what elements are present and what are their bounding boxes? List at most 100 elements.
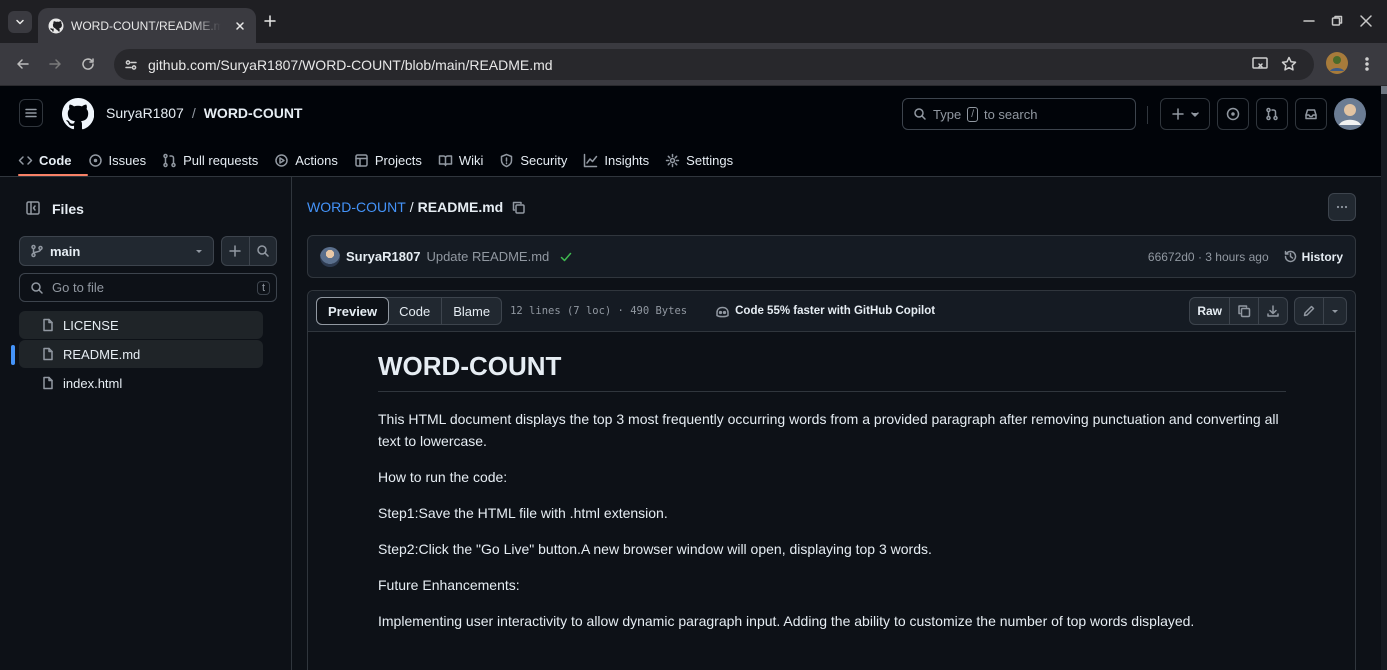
minimize-icon[interactable]: [1302, 14, 1316, 28]
commit-meta[interactable]: 66672d0 · 3 hours ago: [1148, 250, 1269, 264]
cast-icon[interactable]: [1251, 55, 1269, 73]
selected-file-marker: [11, 345, 15, 365]
tree-item-label: index.html: [63, 375, 123, 391]
browser-tab-active[interactable]: WORD-COUNT/README.md at main: [38, 8, 256, 43]
pencil-icon: [1302, 304, 1316, 318]
raw-button[interactable]: Raw: [1190, 298, 1230, 324]
caret-down-icon: [195, 247, 203, 255]
tab-actions[interactable]: Actions: [274, 153, 338, 168]
create-new-button[interactable]: [1160, 98, 1210, 130]
github-header: SuryaR1807 / WORD-COUNT Type / to search…: [0, 86, 1381, 177]
copy-raw-button[interactable]: [1230, 298, 1259, 324]
search-input[interactable]: Type / to search: [902, 98, 1136, 130]
file-view: WORD-COUNT / README.md SuryaR1807 Update…: [292, 177, 1381, 670]
close-window-icon[interactable]: [1359, 14, 1373, 28]
commit-author-avatar[interactable]: [320, 246, 340, 267]
pull-request-icon: [1265, 107, 1279, 121]
scrollbar-thumb[interactable]: [1381, 86, 1387, 94]
pull-requests-button[interactable]: [1256, 98, 1288, 130]
tab-code[interactable]: Code: [18, 153, 72, 168]
tab-wiki[interactable]: Wiki: [438, 153, 483, 168]
repo-owner-link[interactable]: SuryaR1807: [106, 105, 184, 121]
active-tab-underline: [18, 174, 88, 176]
history-label: History: [1301, 249, 1343, 264]
copilot-promo-text: Code 55% faster with GitHub Copilot: [735, 305, 936, 317]
tab-preview[interactable]: Preview: [316, 297, 390, 325]
address-bar[interactable]: github.com/SuryaR1807/WORD-COUNT/blob/ma…: [114, 49, 1314, 80]
breadcrumb-separator: /: [409, 199, 414, 215]
readme-paragraph: This HTML document displays the top 3 mo…: [378, 411, 1279, 449]
breadcrumb-file: README.md: [417, 199, 504, 215]
issue-icon: [88, 153, 103, 168]
forward-arrow-icon[interactable]: [47, 56, 63, 72]
add-file-button[interactable]: [222, 237, 250, 265]
copy-icon: [1237, 304, 1251, 318]
caret-down-icon: [1191, 110, 1199, 118]
history-button[interactable]: History: [1283, 249, 1343, 264]
commit-message[interactable]: Update README.md: [426, 249, 549, 264]
plus-icon[interactable]: [262, 13, 278, 29]
file-actions-group: [221, 236, 277, 266]
back-arrow-icon[interactable]: [15, 56, 31, 72]
commit-author[interactable]: SuryaR1807: [346, 249, 420, 264]
go-to-file-input[interactable]: Go to file t: [19, 273, 277, 302]
caret-down-icon: [1331, 307, 1339, 315]
branch-selector[interactable]: main: [19, 236, 214, 266]
tab-blame[interactable]: Blame: [442, 298, 501, 324]
page-scrollbar[interactable]: [1381, 86, 1387, 670]
tab-pull-requests[interactable]: Pull requests: [162, 153, 258, 168]
tree-item-readme[interactable]: README.md: [19, 340, 263, 368]
bookmark-star-icon[interactable]: [1280, 55, 1298, 73]
issues-button[interactable]: [1217, 98, 1249, 130]
breadcrumb-repo-link[interactable]: WORD-COUNT: [307, 199, 406, 215]
check-icon: [559, 250, 573, 264]
tree-item-index[interactable]: index.html: [19, 369, 263, 397]
tab-issues[interactable]: Issues: [88, 153, 146, 168]
copilot-promo-link[interactable]: Code 55% faster with GitHub Copilot: [715, 304, 935, 319]
files-title: Files: [52, 201, 84, 217]
file-tree-sidebar: Files main Go to file t LICENSE README.m…: [0, 177, 292, 670]
user-avatar[interactable]: [1334, 98, 1366, 130]
download-button[interactable]: [1259, 298, 1287, 324]
github-logo-icon[interactable]: [62, 98, 94, 130]
tab-search-button[interactable]: [8, 11, 32, 33]
tree-item-label: LICENSE: [63, 317, 119, 333]
pull-request-icon: [162, 153, 177, 168]
search-files-button[interactable]: [250, 237, 277, 265]
edit-file-button[interactable]: [1295, 298, 1324, 324]
repo-name-link[interactable]: WORD-COUNT: [204, 105, 303, 121]
more-options-button[interactable]: [1328, 193, 1356, 221]
tab-projects[interactable]: Projects: [354, 153, 422, 168]
collapse-sidebar-button[interactable]: [19, 194, 47, 222]
search-icon: [913, 107, 927, 121]
kebab-horizontal-icon: [1335, 200, 1349, 214]
readme-paragraph: Step2:Click the "Go Live" button.A new b…: [378, 541, 932, 557]
download-icon: [1266, 304, 1280, 318]
site-settings-icon[interactable]: [124, 58, 138, 72]
browser-toolbar: github.com/SuryaR1807/WORD-COUNT/blob/ma…: [0, 43, 1387, 86]
tab-settings[interactable]: Settings: [665, 153, 733, 168]
code-icon: [18, 153, 33, 168]
profile-avatar-icon[interactable]: [1326, 52, 1348, 74]
file-icon: [41, 318, 55, 332]
tab-code[interactable]: Code: [388, 298, 443, 324]
close-icon[interactable]: [234, 20, 246, 32]
branch-name: main: [50, 243, 81, 259]
chevron-down-icon: [14, 16, 26, 28]
kebab-menu-icon[interactable]: [1360, 55, 1374, 73]
search-prefix: Type: [933, 106, 962, 122]
edit-options-button[interactable]: [1324, 298, 1346, 324]
github-favicon-icon: [48, 18, 64, 34]
tree-item-license[interactable]: LICENSE: [19, 311, 263, 339]
inbox-button[interactable]: [1295, 98, 1327, 130]
tab-security[interactable]: Security: [499, 153, 567, 168]
inbox-icon: [1304, 107, 1318, 121]
raw-actions-group: Raw: [1189, 297, 1288, 325]
menu-button[interactable]: [19, 99, 43, 127]
reload-icon[interactable]: [80, 56, 96, 72]
copy-path-icon[interactable]: [511, 200, 526, 215]
tab-label: Pull requests: [183, 152, 259, 168]
tab-insights[interactable]: Insights: [583, 153, 649, 168]
tab-label: Actions: [295, 152, 338, 168]
restore-icon[interactable]: [1330, 14, 1344, 28]
